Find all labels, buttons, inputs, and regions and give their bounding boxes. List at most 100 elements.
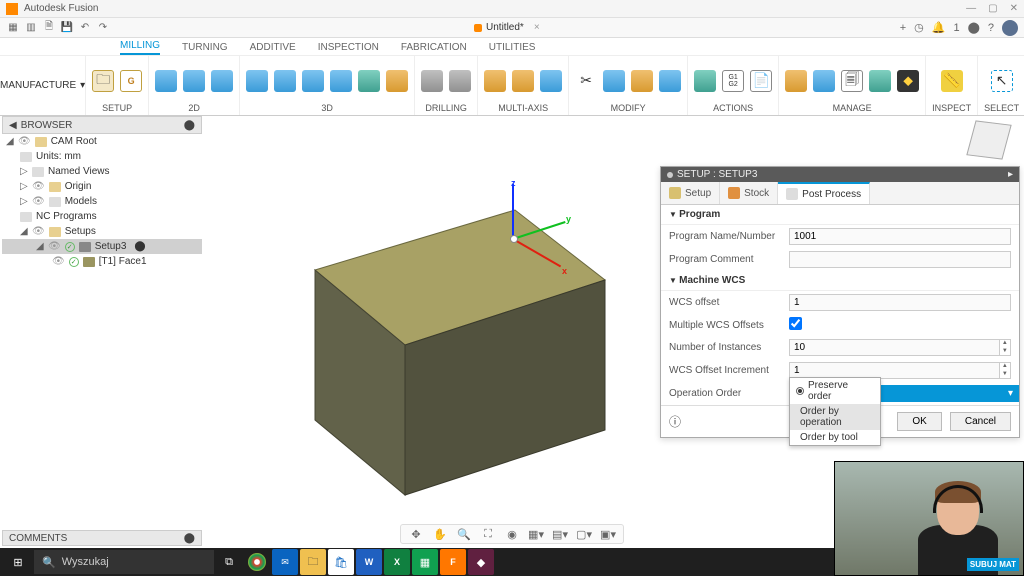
taskbar-outlook-icon[interactable]: ✉ [272, 549, 298, 575]
ok-button[interactable]: OK [897, 412, 941, 431]
taskbar-search[interactable]: 🔍 Wyszukaj [34, 550, 214, 574]
program-name-input[interactable] [789, 228, 1011, 245]
user-avatar-icon[interactable] [1002, 20, 1018, 36]
2d-face-icon[interactable] [155, 70, 177, 92]
measure-icon[interactable]: 📏 [941, 70, 963, 92]
save-icon[interactable]: 💾 [60, 21, 74, 35]
tab-utilities[interactable]: UTILITIES [489, 42, 536, 55]
cancel-button[interactable]: Cancel [950, 412, 1011, 431]
start-button[interactable]: ⊞ [4, 548, 32, 576]
tool-library-icon[interactable] [785, 70, 807, 92]
taskbar-chrome-icon[interactable] [248, 553, 266, 571]
tab-inspection[interactable]: INSPECTION [318, 42, 379, 55]
modify-tool-icon[interactable] [603, 70, 625, 92]
file-icon[interactable]: 🗎 [42, 21, 56, 35]
tab-post-process[interactable]: Post Process [778, 182, 870, 204]
orbit-icon[interactable]: ✥ [409, 527, 423, 541]
panel-header[interactable]: SETUP : SETUP3▸ [661, 167, 1019, 182]
job-status-icon[interactable]: ⬤ [968, 21, 980, 34]
multi-wcs-checkbox[interactable] [789, 317, 802, 330]
tab-additive[interactable]: ADDITIVE [250, 42, 296, 55]
display-settings-icon[interactable]: ▦▾ [529, 527, 543, 541]
spin-down-icon[interactable]: ▼ [1000, 348, 1010, 356]
tree-origin[interactable]: ▷👁Origin [2, 179, 202, 194]
section-program[interactable]: Program [661, 205, 1019, 225]
tab-stock[interactable]: Stock [720, 182, 778, 204]
task-view-icon[interactable]: ⧉ [216, 549, 242, 575]
drill-icon[interactable] [421, 70, 443, 92]
wcs-offset-input[interactable] [789, 294, 1011, 311]
viewcube[interactable] [964, 118, 1014, 168]
3d-contour-icon[interactable] [302, 70, 324, 92]
comments-panel-header[interactable]: COMMENTS⬤ [2, 530, 202, 546]
close-icon[interactable]: ✕ [1010, 3, 1018, 14]
modify-compare-icon[interactable] [659, 70, 681, 92]
2d-pocket-icon[interactable] [211, 70, 233, 92]
look-at-icon[interactable]: ◉ [505, 527, 519, 541]
multiaxis-swarf-icon[interactable] [484, 70, 506, 92]
instances-input[interactable] [789, 339, 1000, 356]
setup-sheet-icon[interactable]: 📄 [750, 70, 772, 92]
folder-icon[interactable]: 🗀 [92, 70, 114, 92]
workspace-switcher[interactable]: MANUFACTURE▾ [0, 56, 86, 115]
maximize-icon[interactable]: ▢ [988, 3, 997, 14]
manage-addins-icon[interactable] [869, 70, 891, 92]
taskbar-word-icon[interactable]: W [356, 549, 382, 575]
taskbar-store-icon[interactable]: 🛍 [328, 549, 354, 575]
redo-icon[interactable]: ↷ [96, 21, 110, 35]
3d-horizontal-icon[interactable] [330, 70, 352, 92]
grid-icon[interactable]: ▦ [6, 21, 20, 35]
task-manager-icon[interactable]: 🗐 [841, 70, 863, 92]
tree-root[interactable]: ◢👁CAM Root [2, 134, 202, 149]
scissors-icon[interactable]: ✂ [575, 70, 597, 92]
viewport-layout-icon[interactable]: ▣▾ [601, 527, 615, 541]
order-opt-operation[interactable]: Order by operation [790, 404, 880, 430]
bore-icon[interactable] [449, 70, 471, 92]
program-comment-input[interactable] [789, 251, 1011, 268]
browser-panel-header[interactable]: ◀ BROWSER ⬤ [2, 116, 202, 134]
3d-adaptive-icon[interactable] [246, 70, 268, 92]
spin-up-icon[interactable]: ▲ [1000, 363, 1010, 371]
tab-turning[interactable]: TURNING [182, 42, 228, 55]
order-opt-tool[interactable]: Order by tool [790, 430, 880, 445]
taskbar-sheets-icon[interactable]: ▦ [412, 549, 438, 575]
3d-flat-icon[interactable] [358, 70, 380, 92]
taskbar-app-icon[interactable]: ◆ [468, 549, 494, 575]
help-icon[interactable]: ? [988, 22, 994, 34]
data-panel-icon[interactable]: ▥ [24, 21, 38, 35]
taskbar-explorer-icon[interactable]: 🗀 [300, 549, 326, 575]
spin-down-icon[interactable]: ▼ [1000, 371, 1010, 379]
spin-up-icon[interactable]: ▲ [1000, 340, 1010, 348]
tab-milling[interactable]: MILLING [120, 40, 160, 55]
3d-parallel-icon[interactable] [274, 70, 296, 92]
tree-nc-programs[interactable]: NC Programs [2, 209, 202, 224]
select-icon[interactable]: ↖ [991, 70, 1013, 92]
modify-edit-icon[interactable] [631, 70, 653, 92]
tree-units[interactable]: Units: mm [2, 149, 202, 164]
gcode-icon[interactable]: G1G2 [722, 70, 744, 92]
machine-library-icon[interactable] [813, 70, 835, 92]
nc-program-icon[interactable]: G [120, 70, 142, 92]
tree-setups[interactable]: ◢👁Setups [2, 224, 202, 239]
info-icon[interactable]: ⓘ [669, 413, 681, 430]
model-viewport[interactable] [255, 120, 655, 510]
snapshot-icon[interactable]: ▢▾ [577, 527, 591, 541]
comments-settings-icon[interactable]: ⬤ [184, 533, 195, 544]
notifications-icon[interactable]: 🔔 [932, 21, 946, 34]
grid-settings-icon[interactable]: ▤▾ [553, 527, 567, 541]
browser-settings-icon[interactable]: ⬤ [184, 120, 195, 131]
taskbar-fusion-icon[interactable]: F [440, 549, 466, 575]
generate-icon[interactable] [694, 70, 716, 92]
undo-icon[interactable]: ↶ [78, 21, 92, 35]
taskbar-excel-icon[interactable]: X [384, 549, 410, 575]
zoom-icon[interactable]: 🔍 [457, 527, 471, 541]
extensions-icon[interactable]: ◷ [914, 21, 924, 34]
tab-close-icon[interactable]: × [534, 22, 540, 33]
tab-setup[interactable]: Setup [661, 182, 720, 204]
tree-named-views[interactable]: ▷Named Views [2, 164, 202, 179]
pan-icon[interactable]: ✋ [433, 527, 447, 541]
manage-post-icon[interactable]: ⬥ [897, 70, 919, 92]
new-tab-icon[interactable]: + [900, 22, 906, 34]
fit-icon[interactable]: ⛶ [481, 527, 495, 541]
document-tab[interactable]: Untitled* × [474, 22, 540, 33]
